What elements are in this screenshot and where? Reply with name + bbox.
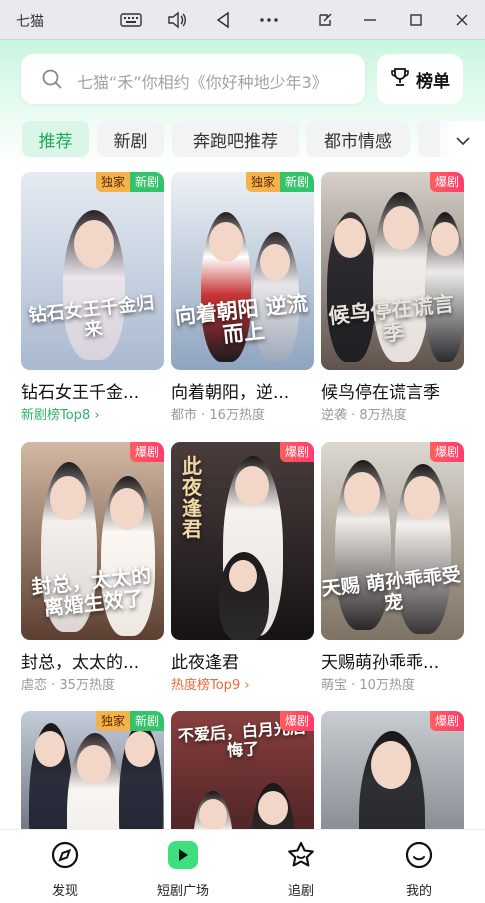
nav-label: 发现 xyxy=(51,884,78,899)
category-tabs: 推荐 新剧 奔跑吧推荐 都市情感 xyxy=(0,121,485,159)
drama-subtitle: 逆袭 · 8万热度 xyxy=(321,408,407,423)
more-icon[interactable] xyxy=(256,8,282,32)
drama-poster[interactable]: 向着朝阳 逆流而上 独家 新剧 xyxy=(171,172,314,370)
poster-title: 此夜逢君 xyxy=(182,454,202,541)
poster-badges: 爆剧 xyxy=(429,711,464,731)
tab-running-man[interactable]: 奔跑吧推荐 xyxy=(172,121,299,157)
poster-badges: 独家 新剧 xyxy=(95,172,164,192)
drama-poster[interactable]: 此夜逢君 爆剧 xyxy=(171,442,314,640)
drama-title: 此夜逢君 xyxy=(171,653,239,672)
bottom-navigation: 发现 短剧广场 追剧 我的 xyxy=(0,829,485,903)
rank-button[interactable]: 榜单 xyxy=(377,54,463,104)
nav-discover[interactable]: 发现 xyxy=(20,840,110,899)
exclusive-badge: 独家 xyxy=(95,711,130,731)
drama-subtitle: 萌宝 · 10万热度 xyxy=(321,678,415,693)
drama-poster[interactable]: 封总，太太的 离婚生效了 爆剧 xyxy=(21,442,164,640)
back-icon[interactable] xyxy=(210,8,236,32)
poster-badges: 爆剧 xyxy=(429,172,464,192)
nav-short-drama[interactable]: 短剧广场 xyxy=(138,840,228,899)
keyboard-icon[interactable] xyxy=(118,8,144,32)
drama-title: 封总，太太的... xyxy=(21,653,140,672)
rank-label: 榜单 xyxy=(416,71,450,92)
tab-label: 推荐 xyxy=(38,131,73,152)
play-icon xyxy=(166,840,200,874)
poster-badges: 独家 新剧 xyxy=(245,172,314,192)
minimize-icon[interactable] xyxy=(357,8,383,32)
hot-badge: 爆剧 xyxy=(429,172,464,192)
drama-subtitle: 虐恋 · 35万热度 xyxy=(21,678,115,693)
nav-label: 短剧广场 xyxy=(156,884,209,899)
nav-mine[interactable]: 我的 xyxy=(374,840,464,899)
trophy-icon xyxy=(390,67,410,92)
drama-card[interactable]: 钻石女王千金归来 独家 新剧 钻石女王千金... 新剧榜Top8 › xyxy=(21,172,164,423)
new-badge: 新剧 xyxy=(129,711,164,731)
poster-title: 钻石女王千金归来 xyxy=(27,292,156,342)
tab-new[interactable]: 新剧 xyxy=(97,121,164,157)
poster-badges: 独家 新剧 xyxy=(95,711,164,731)
tab-recommend[interactable]: 推荐 xyxy=(22,121,89,157)
new-badge: 新剧 xyxy=(129,172,164,192)
chevron-down-icon xyxy=(455,131,471,150)
drama-subtitle: 都市 · 16万热度 xyxy=(171,408,265,423)
smile-icon xyxy=(404,840,434,874)
close-icon[interactable] xyxy=(449,8,475,32)
drama-subtitle[interactable]: 新剧榜Top8 › xyxy=(21,404,164,423)
search-placeholder: 七猫“禾”你相约《你好种地少年3》 xyxy=(77,73,328,92)
poster-badges: 爆剧 xyxy=(279,442,314,462)
drama-card[interactable]: 此夜逢君 爆剧 此夜逢君 热度榜Top9 › xyxy=(171,442,314,693)
poster-badges: 爆剧 xyxy=(129,442,164,462)
tab-label: 奔跑吧推荐 xyxy=(193,131,278,152)
drama-poster[interactable]: 钻石女王千金归来 独家 新剧 xyxy=(21,172,164,370)
star-icon xyxy=(286,840,316,874)
drama-title: 向着朝阳，逆... xyxy=(171,383,290,402)
window-titlebar: 七猫 xyxy=(0,0,485,40)
tabs-expand-button[interactable] xyxy=(440,121,485,159)
poster-badges: 爆剧 xyxy=(429,442,464,462)
poster-badges: 爆剧 xyxy=(279,711,314,731)
hot-badge: 爆剧 xyxy=(279,442,314,462)
search-icon xyxy=(41,68,63,94)
tab-label: 新剧 xyxy=(113,131,148,152)
nav-label: 追剧 xyxy=(287,884,314,899)
popout-icon[interactable] xyxy=(312,8,338,32)
compass-icon xyxy=(50,840,80,874)
new-badge: 新剧 xyxy=(279,172,314,192)
drama-title: 候鸟停在谎言季 xyxy=(321,383,440,402)
tab-label: 都市情感 xyxy=(324,131,392,152)
hot-badge: 爆剧 xyxy=(429,711,464,731)
hot-badge: 爆剧 xyxy=(279,711,314,731)
drama-poster[interactable]: 天赐 萌孙乖乖受宠 爆剧 xyxy=(321,442,464,640)
nav-label: 我的 xyxy=(405,884,432,899)
search-bar[interactable]: 七猫“禾”你相约《你好种地少年3》 xyxy=(21,54,365,104)
volume-icon[interactable] xyxy=(164,8,190,32)
drama-subtitle[interactable]: 热度榜Top9 › xyxy=(171,674,314,693)
drama-poster[interactable]: 候鸟停在谎言季 爆剧 xyxy=(321,172,464,370)
window-title: 七猫 xyxy=(16,14,44,30)
drama-title: 天赐萌孙乖乖... xyxy=(321,653,440,672)
tab-urban-romance[interactable]: 都市情感 xyxy=(306,121,410,157)
drama-title: 钻石女王千金... xyxy=(21,383,140,402)
hot-badge: 爆剧 xyxy=(429,442,464,462)
maximize-icon[interactable] xyxy=(403,8,429,32)
drama-card[interactable]: 向着朝阳 逆流而上 独家 新剧 向着朝阳，逆... 都市 · 16万热度 xyxy=(171,172,314,423)
nav-following[interactable]: 追剧 xyxy=(256,840,346,899)
hot-badge: 爆剧 xyxy=(129,442,164,462)
exclusive-badge: 独家 xyxy=(95,172,130,192)
drama-card[interactable]: 封总，太太的 离婚生效了 爆剧 封总，太太的... 虐恋 · 35万热度 xyxy=(21,442,164,693)
drama-card[interactable]: 天赐 萌孙乖乖受宠 爆剧 天赐萌孙乖乖... 萌宝 · 10万热度 xyxy=(321,442,464,693)
exclusive-badge: 独家 xyxy=(245,172,280,192)
drama-card[interactable]: 候鸟停在谎言季 爆剧 候鸟停在谎言季 逆袭 · 8万热度 xyxy=(321,172,464,423)
